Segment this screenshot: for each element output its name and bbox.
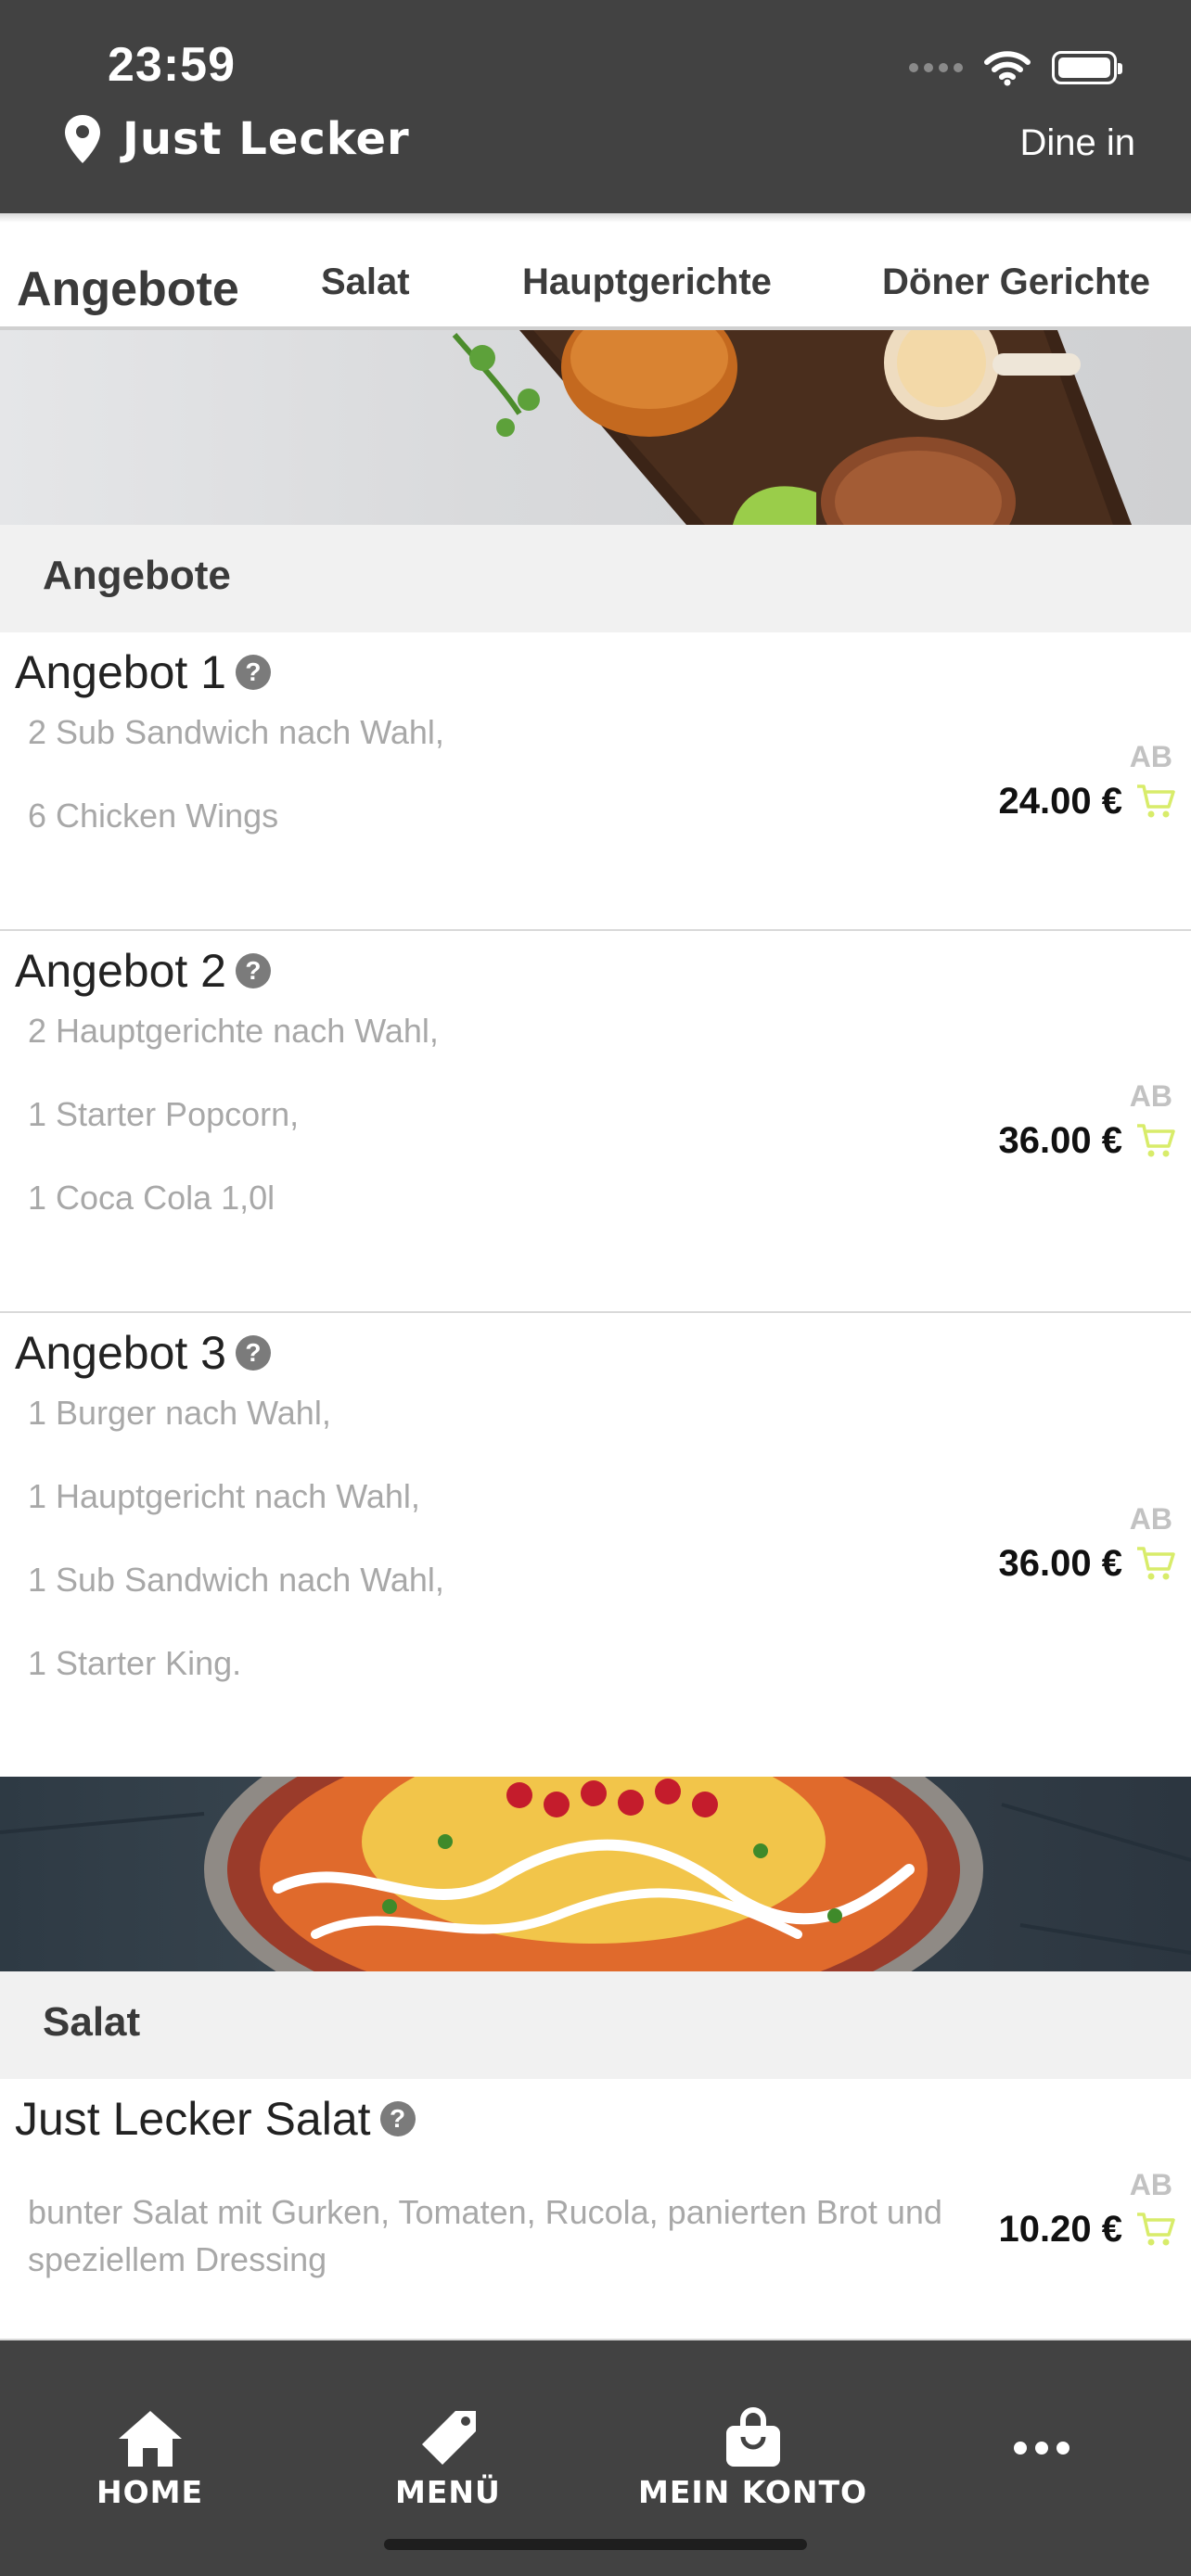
item-title: Angebot 1 ? (15, 645, 271, 699)
item-title: Angebot 3 ? (15, 1326, 271, 1380)
menu-item-angebot-1[interactable]: Angebot 1 ? 2 Sub Sandwich nach Wahl, 6 … (0, 632, 1191, 931)
signal-icon (909, 63, 963, 72)
add-to-cart-icon[interactable] (1135, 1545, 1176, 1582)
status-icons (909, 45, 1122, 91)
item-price: 36.00 € (998, 1543, 1122, 1584)
menu-item-just-lecker-salat[interactable]: Just Lecker Salat ? bunter Salat mit Gur… (0, 2079, 1191, 2340)
more-icon (1014, 2442, 1069, 2455)
tag-icon (421, 2411, 476, 2465)
price-from-label: AB (1129, 1502, 1172, 1536)
info-icon[interactable]: ? (235, 1335, 271, 1371)
nav-mein-konto[interactable]: MEIN KONTO (638, 2407, 867, 2510)
battery-icon (1052, 51, 1122, 84)
item-price: 36.00 € (998, 1120, 1122, 1161)
status-time: 23:59 (108, 38, 236, 92)
nav-menu[interactable]: MENÜ (395, 2407, 501, 2510)
info-icon[interactable]: ? (379, 2101, 416, 2136)
tab-salat[interactable]: Salat (321, 261, 410, 303)
location-pin-icon (65, 115, 100, 163)
wifi-icon (984, 51, 1031, 86)
section-header-salat: Salat (0, 1971, 1191, 2079)
price-from-label: AB (1129, 1079, 1172, 1113)
price-from-label: AB (1129, 740, 1172, 773)
item-description: 1 Burger nach Wahl, 1 Hauptgericht nach … (28, 1394, 444, 1682)
add-to-cart-icon[interactable] (1135, 783, 1176, 820)
angebote-banner-image (0, 330, 1191, 525)
item-description: 2 Hauptgerichte nach Wahl, 1 Starter Pop… (28, 1012, 439, 1217)
salat-banner-image (0, 1777, 1191, 1971)
store-name: Just Lecker (122, 113, 410, 165)
item-description: 2 Sub Sandwich nach Wahl, 6 Chicken Wing… (28, 713, 444, 835)
menu-item-angebot-3[interactable]: Angebot 3 ? 1 Burger nach Wahl, 1 Hauptg… (0, 1313, 1191, 1777)
shopping-bag-icon (725, 2407, 780, 2467)
dine-mode-toggle[interactable]: Dine in (1019, 122, 1135, 164)
item-title: Just Lecker Salat ? (15, 2092, 416, 2146)
section-title: Salat (43, 1999, 141, 2045)
item-description: bunter Salat mit Gurken, Tomaten, Rucola… (28, 2193, 942, 2278)
item-price: 24.00 € (998, 781, 1122, 822)
top-header (0, 0, 1191, 213)
tab-angebote[interactable]: Angebote (17, 261, 239, 317)
add-to-cart-icon[interactable] (1135, 2211, 1176, 2248)
item-title: Angebot 2 ? (15, 944, 271, 998)
item-price: 10.20 € (998, 2209, 1122, 2250)
tab-doener-gerichte[interactable]: Döner Gerichte (882, 261, 1150, 303)
home-icon (118, 2411, 182, 2467)
nav-home[interactable]: HOME (96, 2407, 203, 2510)
info-icon[interactable]: ? (235, 953, 271, 988)
menu-item-angebot-2[interactable]: Angebot 2 ? 2 Hauptgerichte nach Wahl, 1… (0, 931, 1191, 1313)
tab-hauptgerichte[interactable]: Hauptgerichte (522, 261, 772, 303)
section-header-angebote: Angebote (0, 525, 1191, 632)
home-indicator (384, 2539, 807, 2550)
section-title: Angebote (43, 553, 231, 598)
info-icon[interactable]: ? (235, 655, 271, 690)
price-from-label: AB (1129, 2168, 1172, 2201)
nav-more[interactable] (1011, 2439, 1072, 2463)
add-to-cart-icon[interactable] (1135, 1122, 1176, 1159)
store-selector[interactable]: Just Lecker (63, 113, 410, 165)
